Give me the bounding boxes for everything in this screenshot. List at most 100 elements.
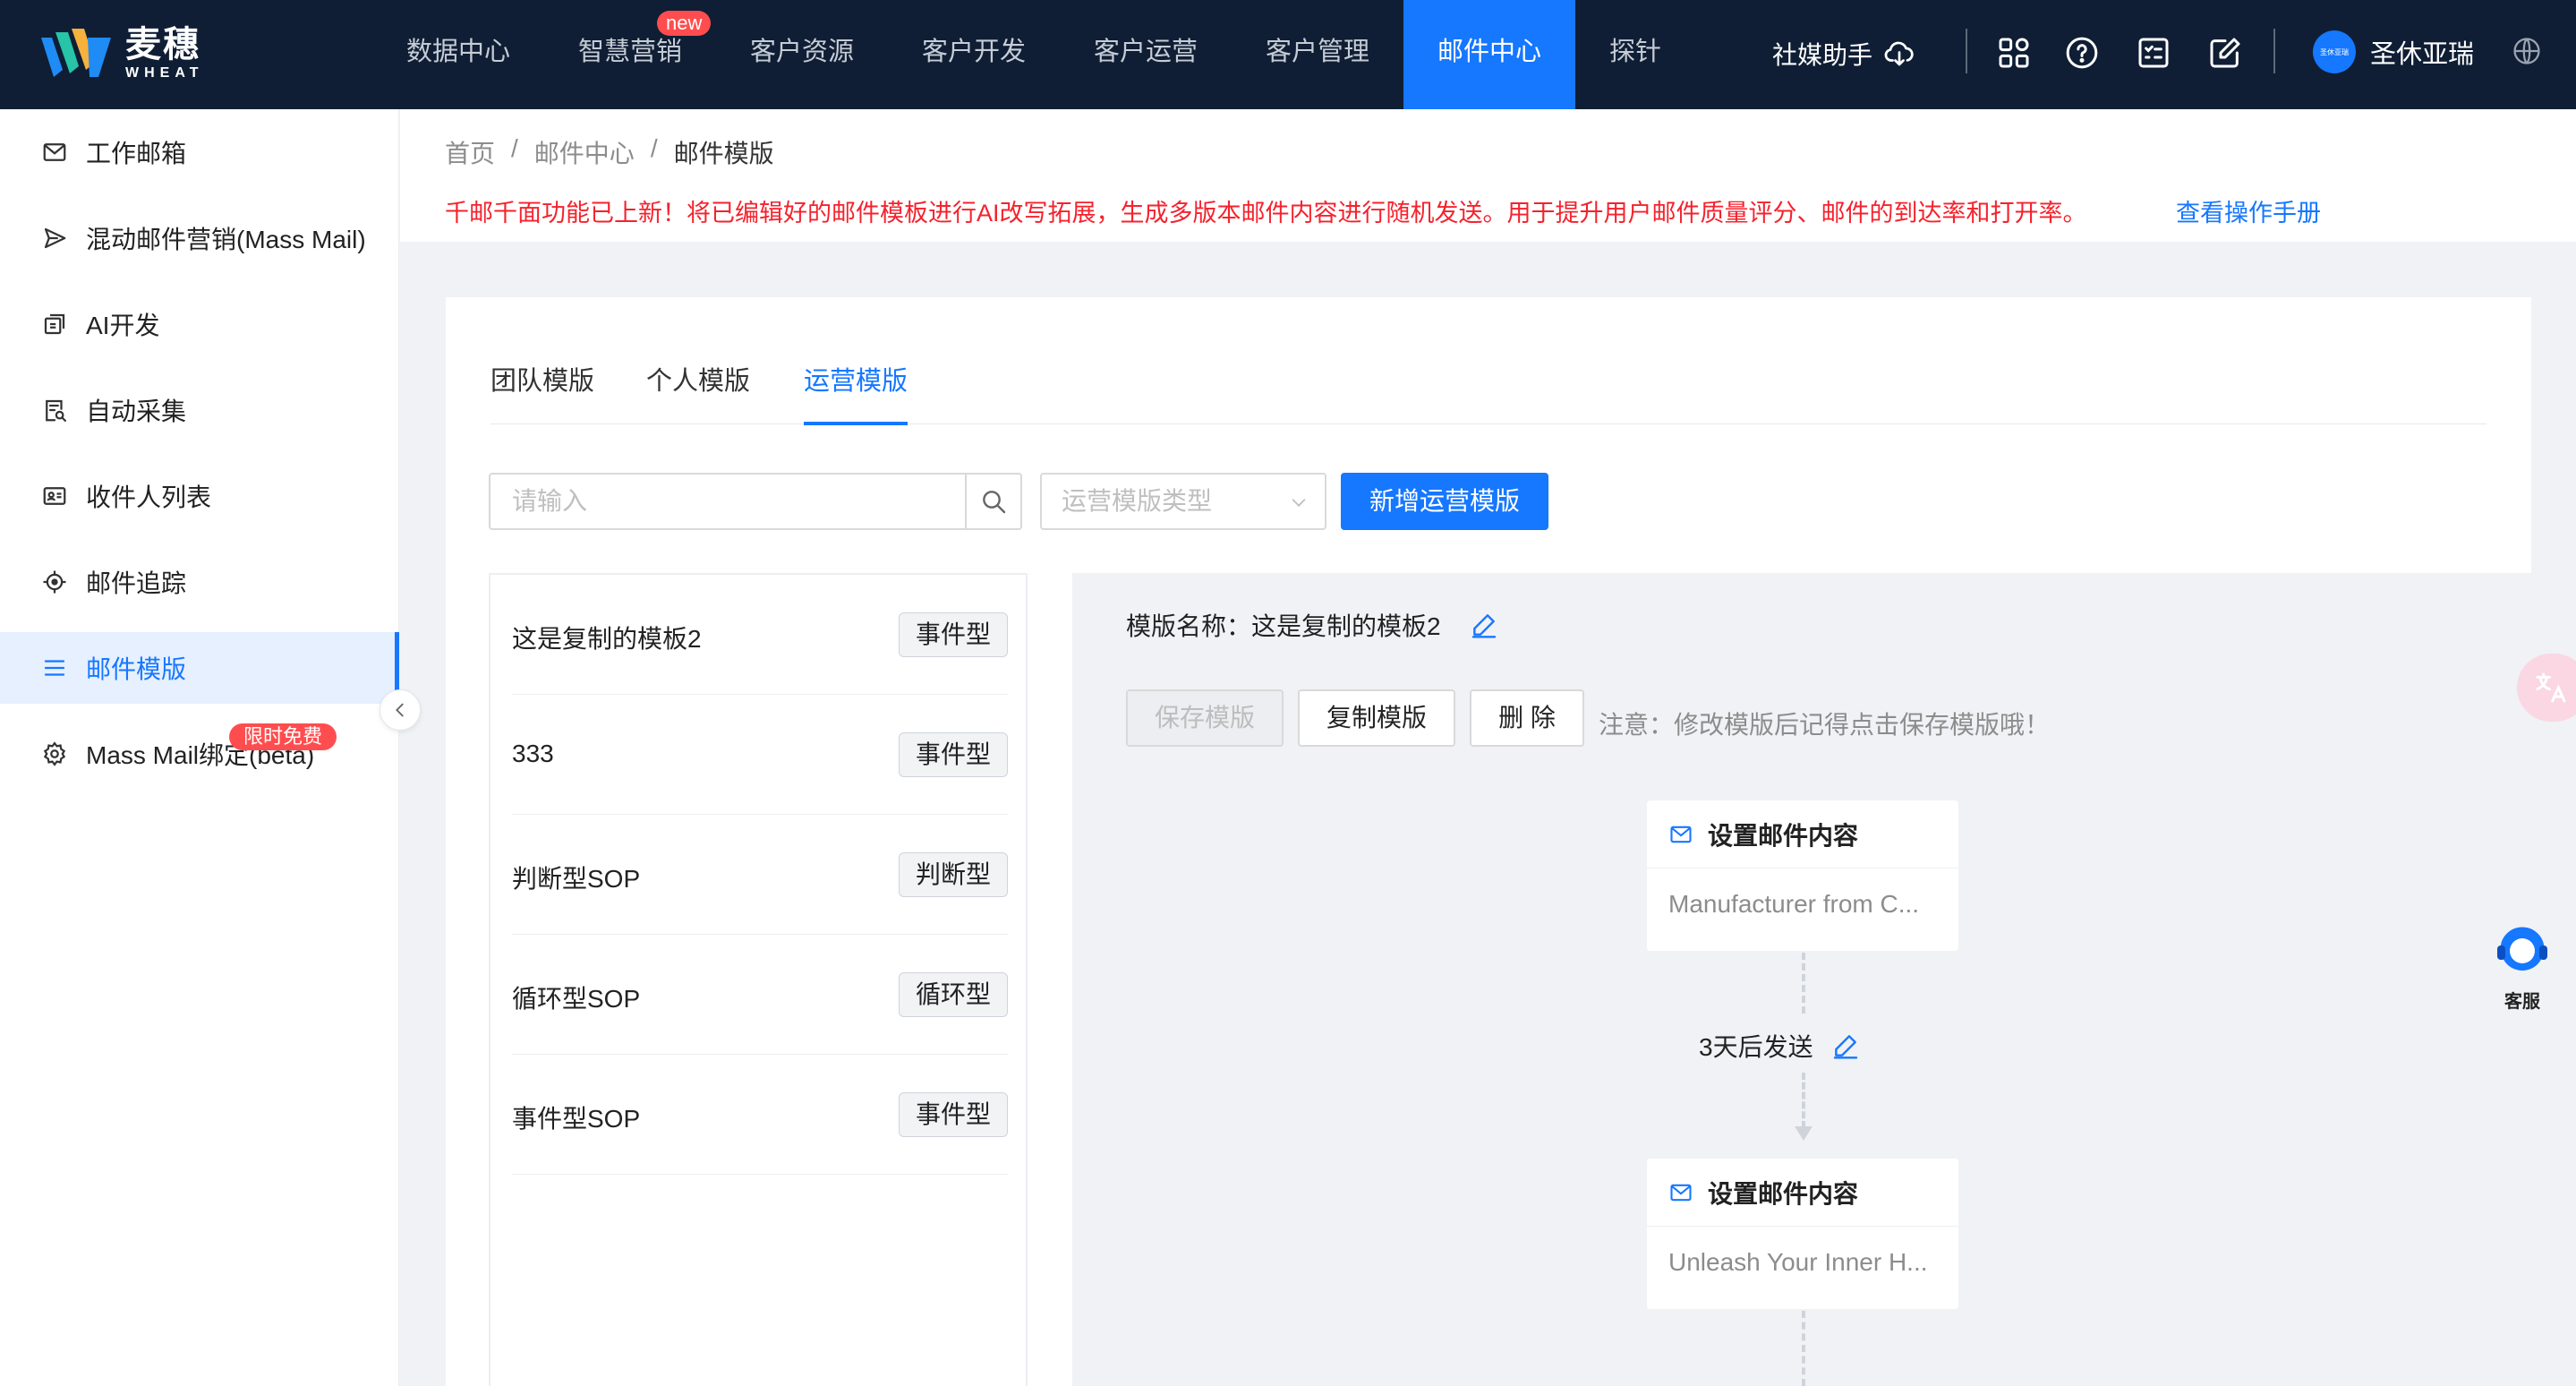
customer-service-label: 客服 <box>2504 992 2540 1012</box>
search-button[interactable] <box>965 475 1020 528</box>
flow-node-mail-content[interactable]: 设置邮件内容 Manufacturer from C... <box>1647 800 1958 951</box>
cloud-download-icon <box>1884 41 1914 66</box>
sidebar-item-auto-collect[interactable]: 自动采集 <box>0 374 399 446</box>
manual-link[interactable]: 查看操作手册 <box>2176 193 2321 228</box>
breadcrumb-separator: / <box>511 134 518 162</box>
search-icon <box>983 491 1006 514</box>
template-type-placeholder: 运营模版类型 <box>1062 487 1213 515</box>
save-hint: 注意：修改模版后记得点击保存模版哦！ <box>1599 711 2051 739</box>
social-media-helper[interactable]: 社媒助手 <box>1772 36 1915 72</box>
flow-node-preview: Manufacturer from C... <box>1668 890 1920 918</box>
customer-service-button[interactable]: 客服 <box>2486 919 2558 1013</box>
tab-operation-templates[interactable]: 运营模版 <box>804 360 908 425</box>
flow-connector <box>1802 953 1805 1014</box>
sidebar-item-ai-development[interactable]: AI开发 <box>0 288 399 360</box>
nav-item-smart-marketing[interactable]: 智慧营销 new <box>557 0 712 109</box>
sidebar-item-mail-tracking[interactable]: 邮件追踪 <box>0 546 399 618</box>
sidebar-collapse-button[interactable] <box>380 689 421 731</box>
language-globe-icon[interactable] <box>2512 36 2542 66</box>
list-item[interactable]: 判断型SOP 判断型 <box>512 815 1008 935</box>
mail-icon <box>1670 826 1692 843</box>
user-name: 圣休亚瑞 <box>2370 40 2475 69</box>
gear-icon <box>43 741 66 766</box>
flow-arrow-icon <box>1795 1126 1813 1141</box>
apps-grid-icon[interactable] <box>1996 35 2032 71</box>
template-editor: 模版名称： 这是复制的模板2 保存模版 复制模版 删 除 注意：修改模版后记得点… <box>1072 573 2531 1386</box>
nav-item-customer-resources[interactable]: 客户资源 <box>729 0 875 109</box>
breadcrumb-home[interactable]: 首页 <box>445 134 495 170</box>
avatar: 圣休亚瑞 <box>2313 30 2356 73</box>
nav-item-customer-development[interactable]: 客户开发 <box>900 0 1047 109</box>
nav-item-probe[interactable]: 探针 <box>1584 0 1686 109</box>
feature-notice: 千邮千面功能已上新！将已编辑好的邮件模板进行AI改写拓展，生成多版本邮件内容进行… <box>445 200 2087 227</box>
copy-template-button[interactable]: 复制模版 <box>1298 689 1455 747</box>
list-item[interactable]: 333 事件型 <box>512 695 1008 815</box>
sidebar-item-mail-templates[interactable]: 邮件模版 <box>0 632 399 704</box>
template-tabs: 团队模版 个人模版 运营模版 <box>490 360 2486 425</box>
list-item[interactable]: 事件型SOP 事件型 <box>512 1055 1008 1175</box>
edit-pencil-icon[interactable] <box>1831 1031 1860 1060</box>
free-trial-badge: 限时免费 <box>229 723 337 750</box>
template-name: 事件型SOP <box>512 1105 641 1133</box>
search-input[interactable] <box>490 475 965 528</box>
template-name: 这是复制的模板2 <box>512 625 702 653</box>
breadcrumb-separator: / <box>650 134 658 162</box>
edit-note-icon[interactable] <box>2207 35 2243 71</box>
list-item[interactable]: 循环型SOP 循环型 <box>512 935 1008 1055</box>
task-list-icon[interactable] <box>2136 35 2171 71</box>
list-icon <box>44 660 65 676</box>
chevron-down-icon <box>1292 499 1306 507</box>
template-title-value: 这是复制的模板2 <box>1251 612 1441 640</box>
nav-item-customer-operations[interactable]: 客户运营 <box>1072 0 1219 109</box>
flow-node-title: 设置邮件内容 <box>1708 1179 1859 1208</box>
collect-icon <box>46 399 66 422</box>
edit-pencil-icon[interactable] <box>1470 611 1498 639</box>
brand-name: 麦穗 <box>125 25 200 64</box>
tab-personal-templates[interactable]: 个人模版 <box>646 360 750 424</box>
help-icon[interactable] <box>2064 35 2100 71</box>
translate-icon <box>2536 672 2566 703</box>
nav-item-mail-center[interactable]: 邮件中心 <box>1403 0 1575 109</box>
sidebar-item-work-mailbox[interactable]: 工作邮箱 <box>0 116 399 188</box>
breadcrumb-mail-center[interactable]: 邮件中心 <box>534 134 635 170</box>
target-icon <box>43 570 66 594</box>
flow-node-mail-content[interactable]: 设置邮件内容 Unleash Your Inner H... <box>1647 1159 1958 1309</box>
template-name: 333 <box>512 740 554 767</box>
template-type-select[interactable]: 运营模版类型 <box>1040 473 1326 530</box>
flow-connector <box>1802 1073 1805 1128</box>
save-template-button[interactable]: 保存模版 <box>1126 689 1284 747</box>
template-type-tag: 事件型 <box>898 1092 1008 1137</box>
breadcrumb-current: 邮件模版 <box>673 140 774 167</box>
mail-icon <box>1670 1184 1692 1201</box>
sidebar-item-mass-mail-binding[interactable]: Mass Mail绑定(beta) 限时免费 <box>0 718 399 790</box>
sidebar-item-recipient-list[interactable]: 收件人列表 <box>0 460 399 532</box>
brand-logo[interactable]: 麦穗 WHEAT <box>39 20 203 88</box>
template-title-label: 模版名称： <box>1126 612 1252 640</box>
add-operation-template-button[interactable]: 新增运营模版 <box>1341 473 1548 530</box>
brand-name-en: WHEAT <box>125 65 204 81</box>
template-name: 判断型SOP <box>512 865 641 893</box>
nav-item-data-center[interactable]: 数据中心 <box>385 0 532 109</box>
sidebar-item-mass-mail[interactable]: 混动邮件营销(Mass Mail) <box>0 202 399 274</box>
send-icon <box>44 227 66 249</box>
template-type-tag: 循环型 <box>898 972 1008 1017</box>
list-item[interactable]: 这是复制的模板2 事件型 <box>512 575 1008 695</box>
nav-item-customer-management[interactable]: 客户管理 <box>1244 0 1391 109</box>
top-navigation-bar: 麦穗 WHEAT 数据中心 智慧营销 new 客户资源 客户开发 客户运营 客户… <box>0 0 2576 109</box>
flow-node-preview: Unleash Your Inner H... <box>1668 1248 1928 1276</box>
wheat-logo-icon <box>41 29 111 77</box>
divider <box>2273 29 2275 73</box>
sidebar: 工作邮箱 混动邮件营销(Mass Mail) AI开发 自动采集 收件人列表 邮… <box>0 109 399 1386</box>
tab-team-templates[interactable]: 团队模版 <box>490 360 594 424</box>
user-menu[interactable]: 圣休亚瑞 圣休亚瑞 <box>2313 30 2474 73</box>
flow-delay-text: 3天后发送 <box>1699 1033 1813 1061</box>
flow-node-title: 设置邮件内容 <box>1708 821 1859 850</box>
contacts-icon <box>43 487 66 505</box>
template-list: 这是复制的模板2 事件型 333 事件型 判断型SOP 判断型 循环型SOP 循… <box>489 573 1028 1386</box>
delete-template-button[interactable]: 删 除 <box>1470 689 1584 747</box>
new-badge: new <box>657 11 712 36</box>
page-header: 首页 / 邮件中心 / 邮件模版 千邮千面功能已上新！将已编辑好的邮件模板进行A… <box>400 109 2576 242</box>
divider <box>1966 29 1967 73</box>
template-name: 循环型SOP <box>512 985 641 1013</box>
translate-button[interactable] <box>2517 654 2576 722</box>
